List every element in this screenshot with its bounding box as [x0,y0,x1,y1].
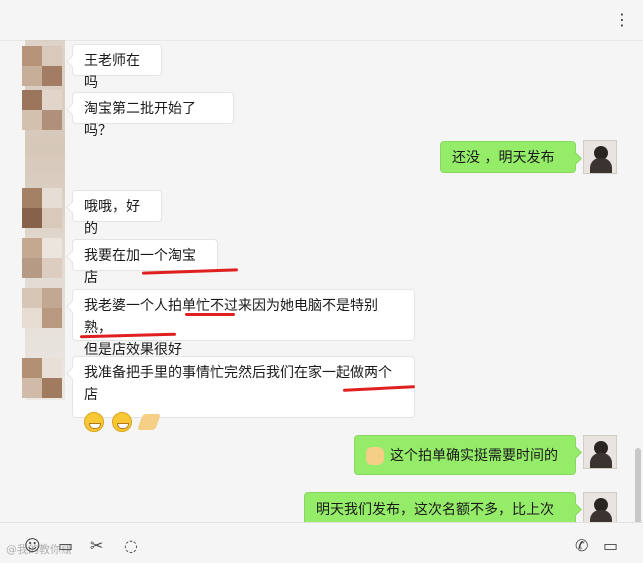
message-bubble-self[interactable]: 明天我们发布，这次名额不多，比上次少 [304,492,576,522]
chat-header: ⋮ [0,0,643,41]
folder-icon[interactable]: ▭ [58,537,73,555]
grin-emoji-icon [112,412,132,432]
message-bubble[interactable]: 我要在加一个淘宝店 [72,239,218,286]
message-bubble[interactable]: 淘宝第二批开始了吗？ [72,92,234,139]
message-text: 还没 ，明天发布 [452,150,555,166]
avatar[interactable] [22,288,62,328]
message-text: 我要在加一个淘宝店 [84,248,196,286]
avatar[interactable] [22,46,62,86]
video-icon[interactable]: ▭ [603,537,618,555]
self-avatar[interactable] [583,435,617,469]
chat-bubble-icon[interactable]: ◌ [124,537,138,555]
message-text-line: 我老婆一个人拍单忙不过来因为她电脑不是特别熟， [84,298,378,336]
self-avatar[interactable] [583,492,617,522]
more-icon[interactable]: ⋮ [614,10,631,29]
grin-emoji-icon [84,412,104,432]
avatar[interactable] [22,188,62,228]
message-bubble[interactable]: 哦哦，好的 [72,190,162,237]
annotation-underline [185,313,235,316]
smiley-icon[interactable]: ☺ [24,537,41,555]
message-list[interactable]: 王老师在吗 淘宝第二批开始了吗？ 还没 ，明天发布 哦哦，好的 我要在加一个淘宝… [0,40,643,522]
phone-icon[interactable]: ✆ [575,537,588,555]
pray-emoji-icon [137,414,161,430]
message-text: 这个拍单确实挺需要时间的 [390,448,558,464]
scissors-icon[interactable]: ✂ [90,537,103,555]
message-text: 我准备把手里的事情忙完然后我们在家一起做两个店 [84,365,392,403]
scrollbar[interactable] [635,448,641,522]
message-bubble[interactable]: 王老师在吗 [72,44,162,91]
message-text: 淘宝第二批开始了吗？ [84,101,196,139]
message-text: 哦哦，好的 [84,199,140,237]
message-bubble-self[interactable]: 还没 ，明天发布 [440,141,576,173]
avatar[interactable] [22,358,62,398]
message-text: 王老师在吗 [84,53,140,91]
self-avatar[interactable] [583,140,617,174]
input-toolbar: @我的教你赚 ☺ ▭ ✂ ◌ ✆ ▭ [0,522,643,563]
message-bubble-self[interactable]: 这个拍单确实挺需要时间的 [354,435,576,475]
avatar[interactable] [22,238,62,278]
ok-hand-emoji-icon [366,447,384,465]
avatar[interactable] [22,90,62,130]
message-text: 明天我们发布，这次名额不多，比上次少 [316,502,554,518]
